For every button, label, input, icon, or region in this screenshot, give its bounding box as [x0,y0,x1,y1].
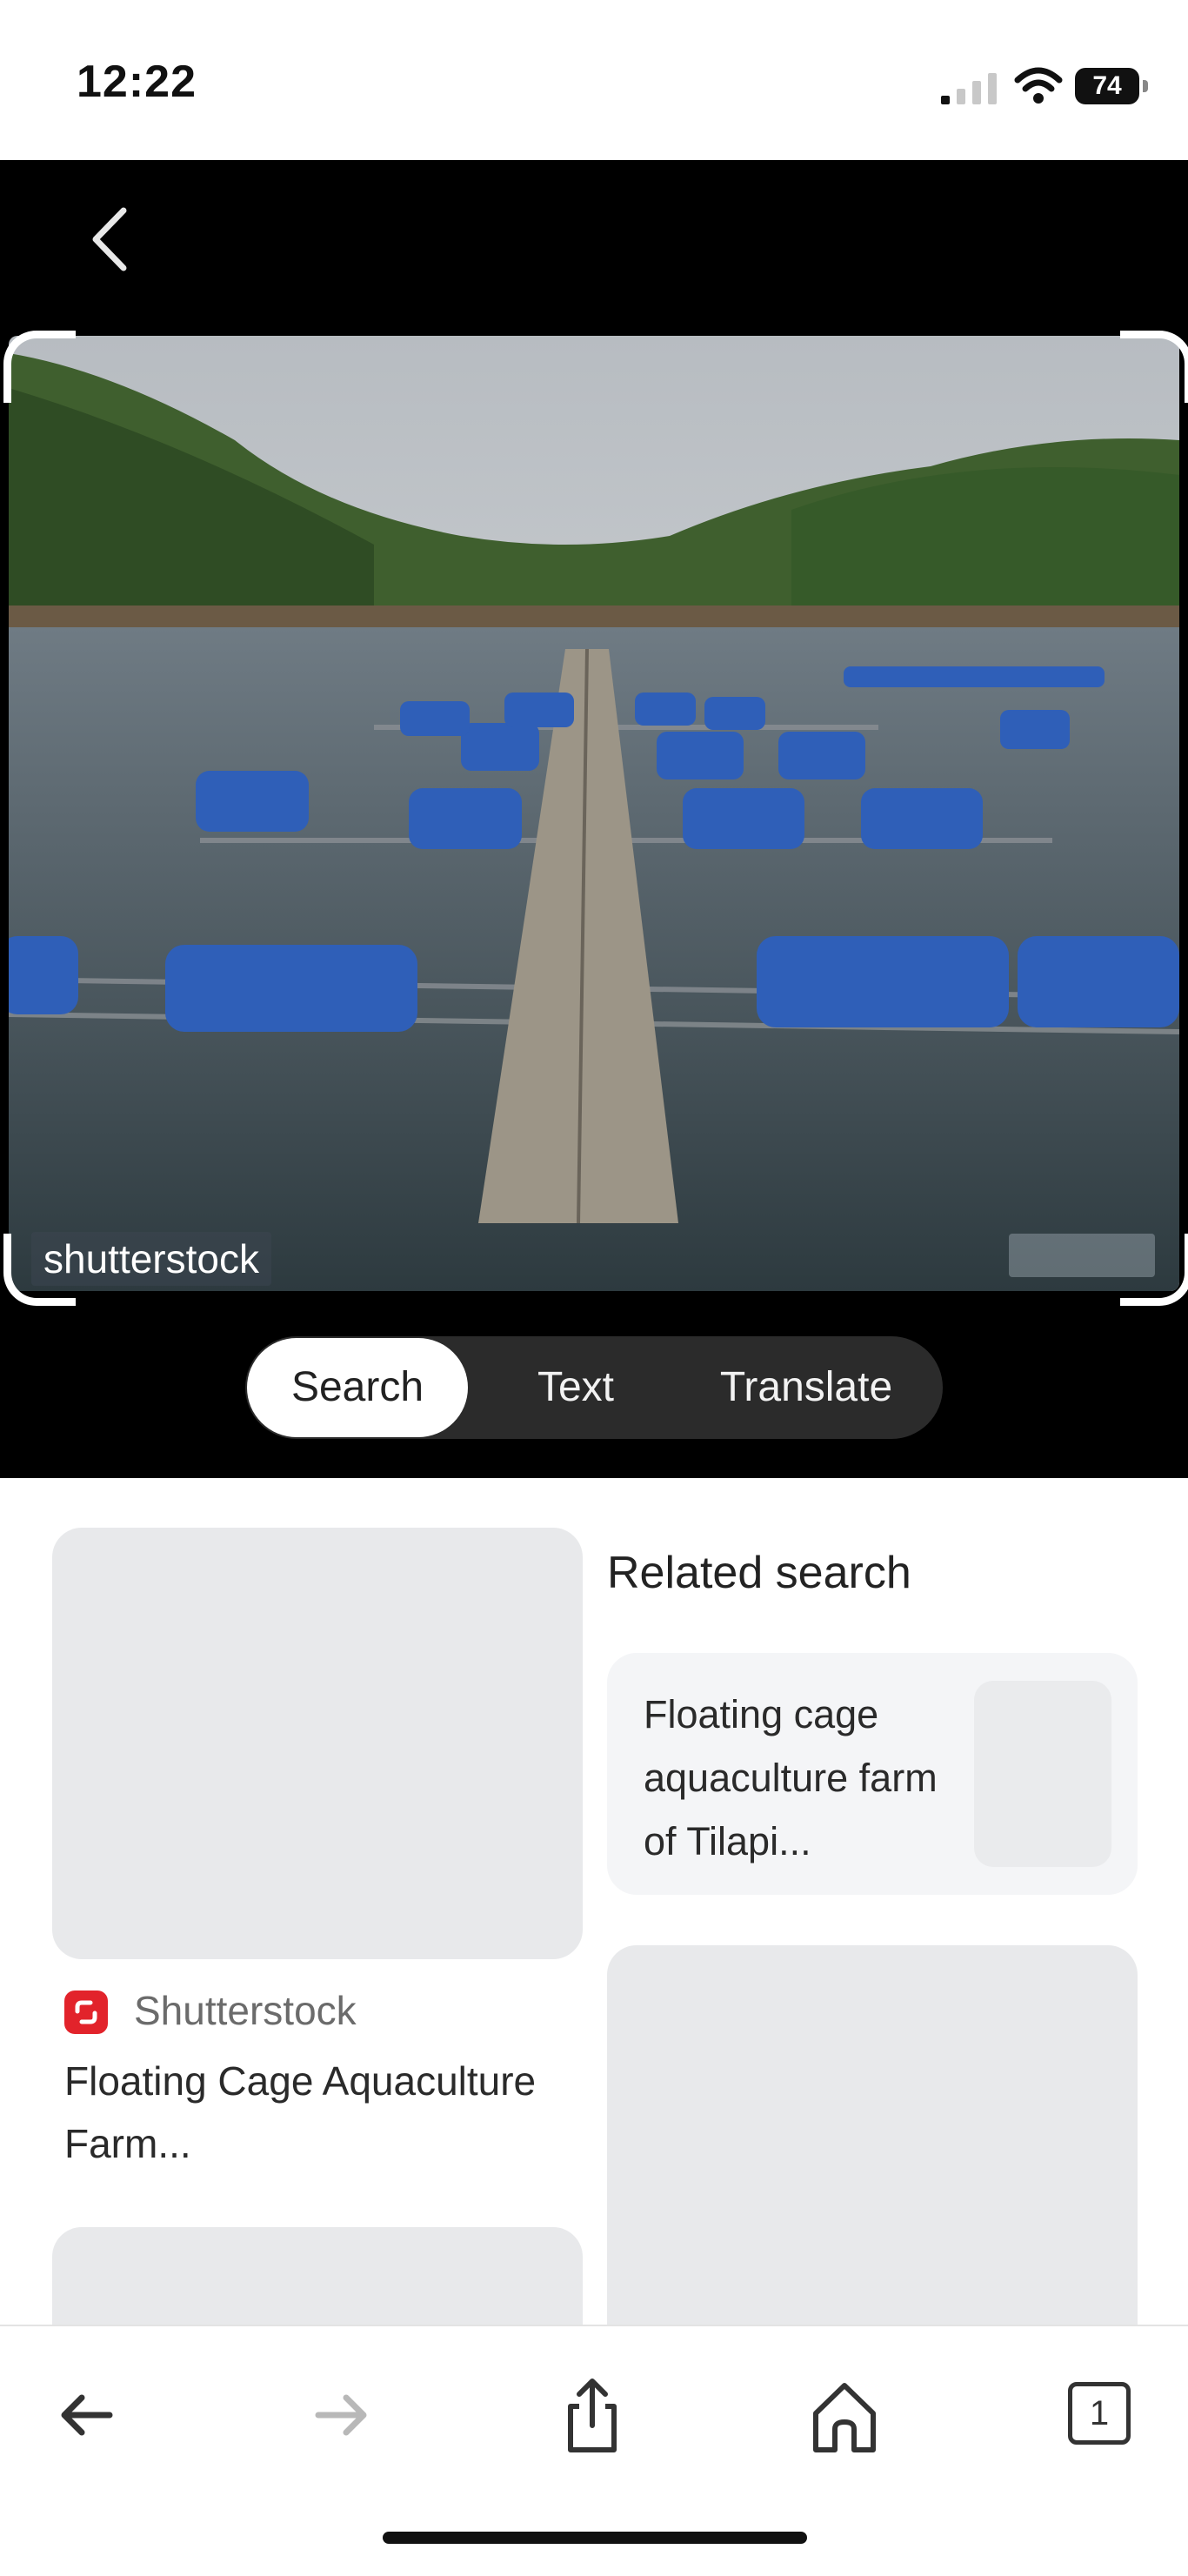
crop-handle-bottom-left[interactable] [3,1234,76,1306]
share-icon[interactable] [544,2372,640,2459]
crop-handle-top-right[interactable] [1120,331,1188,403]
back-arrow-icon[interactable] [40,2372,136,2459]
related-search-heading: Related search [607,1548,911,1598]
battery-icon: 74 [1075,68,1150,106]
tabs-button[interactable]: 1 [1049,2372,1145,2459]
result-source[interactable]: Shutterstock [134,1987,357,2034]
mode-tab-translate[interactable]: Translate [680,1336,932,1439]
forward-arrow-icon[interactable] [292,2372,388,2459]
home-indicator [383,2532,807,2544]
related-search-item[interactable]: Floating cage aquaculture farm of Tilapi… [607,1653,1138,1895]
mode-tab-text[interactable]: Text [489,1336,663,1439]
status-time: 12:22 [77,57,197,107]
result-image-placeholder[interactable] [52,1528,583,1959]
cellular-signal-icon [941,73,997,104]
shutterstock-logo-icon [64,1991,108,2034]
mode-tab-search[interactable]: Search [247,1338,468,1437]
back-chevron-icon[interactable] [78,200,139,278]
wifi-icon [1014,67,1063,104]
crop-handle-bottom-right[interactable] [1120,1234,1188,1306]
crop-handle-top-left[interactable] [3,331,76,403]
search-image[interactable]: shutterstock [9,336,1179,1291]
related-search-thumbnail [974,1681,1111,1867]
mode-selector: Search Text Translate [245,1336,943,1439]
related-search-label: Floating cage aquaculture farm of Tilapi… [644,1692,938,1863]
home-icon[interactable] [797,2372,892,2459]
tabs-count: 1 [1068,2382,1131,2445]
result-title[interactable]: Floating Cage Aquaculture Farm... [64,2050,569,2175]
battery-level: 74 [1075,68,1139,104]
